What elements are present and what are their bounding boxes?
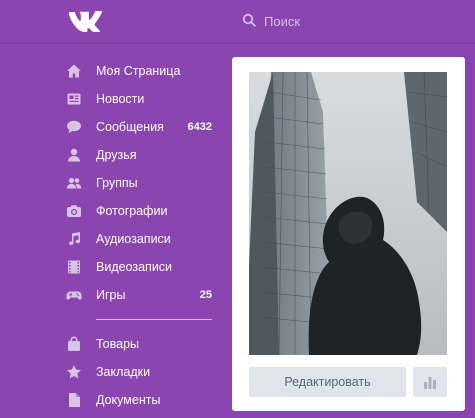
sidebar-item-my-page[interactable]: Моя Страница — [64, 57, 224, 85]
sidebar-divider — [96, 319, 212, 320]
sidebar-item-goods[interactable]: Товары — [64, 330, 224, 358]
messages-icon — [64, 119, 84, 135]
friends-icon — [64, 147, 84, 163]
sidebar-item-label: Сообщения — [96, 120, 164, 134]
sidebar-item-video[interactable]: Видеозаписи — [64, 253, 224, 281]
bar-chart-icon — [424, 377, 436, 389]
search-input[interactable] — [260, 10, 468, 32]
top-bar — [0, 0, 475, 43]
sidebar-item-audio[interactable]: Аудиозаписи — [64, 225, 224, 253]
document-icon — [64, 392, 84, 408]
film-icon — [64, 259, 84, 275]
camera-icon — [64, 203, 84, 219]
sidebar-item-news[interactable]: Новости — [64, 85, 224, 113]
news-icon — [64, 91, 84, 107]
sidebar-item-games[interactable]: Игры 25 — [64, 281, 224, 309]
games-count-badge: 25 — [199, 289, 212, 301]
sidebar-item-label: Моя Страница — [96, 64, 181, 78]
sidebar-item-groups[interactable]: Группы — [64, 169, 224, 197]
sidebar-item-label: Фотографии — [96, 204, 168, 218]
sidebar-nav: Моя Страница Новости Сообщения 6432 Друз… — [64, 57, 224, 414]
search-icon — [242, 13, 256, 27]
sidebar-item-label: Друзья — [96, 148, 137, 162]
sidebar-item-friends[interactable]: Друзья — [64, 141, 224, 169]
sidebar-item-label: Аудиозаписи — [96, 232, 171, 246]
star-icon — [64, 364, 84, 380]
profile-photo[interactable] — [249, 72, 447, 355]
vk-logo-icon[interactable] — [68, 10, 102, 32]
profile-photo-image — [249, 72, 447, 355]
messages-count-badge: 6432 — [187, 121, 212, 133]
groups-icon — [64, 175, 84, 191]
sidebar-item-label: Видеозаписи — [96, 260, 173, 274]
bag-icon — [64, 336, 84, 352]
sidebar-item-photos[interactable]: Фотографии — [64, 197, 224, 225]
music-note-icon — [64, 231, 84, 247]
sidebar-item-label: Группы — [96, 176, 138, 190]
sidebar-item-messages[interactable]: Сообщения 6432 — [64, 113, 224, 141]
gamepad-icon — [64, 287, 84, 303]
profile-photo-card: Редактировать — [232, 57, 465, 411]
sidebar-item-label: Товары — [96, 337, 139, 351]
edit-profile-button[interactable]: Редактировать — [249, 367, 406, 397]
sidebar-item-label: Документы — [96, 393, 161, 407]
sidebar-item-label: Закладки — [96, 365, 151, 379]
sidebar-item-label: Новости — [96, 92, 145, 106]
home-icon — [64, 63, 84, 79]
sidebar-item-label: Игры — [96, 288, 126, 302]
sidebar-item-documents[interactable]: Документы — [64, 386, 224, 414]
stats-button[interactable] — [413, 367, 447, 397]
sidebar-item-bookmarks[interactable]: Закладки — [64, 358, 224, 386]
